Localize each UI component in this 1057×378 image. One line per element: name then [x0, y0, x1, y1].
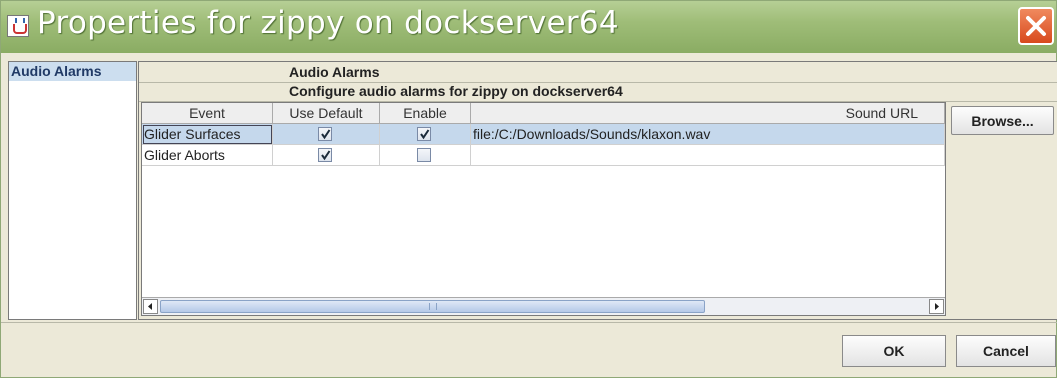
table-row[interactable]: Glider Aborts [142, 145, 945, 166]
window-title: Properties for zippy on dockserver64 [37, 5, 619, 41]
enable-cell [380, 145, 471, 166]
panel-title: Audio Alarms [289, 64, 380, 80]
use-default-cell [273, 124, 380, 145]
sound-url-cell[interactable]: file:/C:/Downloads/Sounds/klaxon.wav [471, 124, 945, 145]
sound-url-cell[interactable] [471, 145, 945, 166]
column-header-use-default[interactable]: Use Default [273, 103, 380, 124]
audio-alarms-panel: Audio Alarms Configure audio alarms for … [138, 61, 1057, 320]
category-list: Audio Alarms [8, 61, 137, 320]
checkmark-icon [321, 129, 331, 140]
panel-subtitle: Configure audio alarms for zippy on dock… [289, 83, 623, 99]
scrollbar-grip-icon [429, 303, 437, 310]
scroll-right-button[interactable] [929, 299, 944, 314]
properties-dialog: Properties for zippy on dockserver64 Aud… [0, 0, 1057, 378]
enable-checkbox[interactable] [417, 148, 431, 162]
cancel-button[interactable]: Cancel [956, 335, 1056, 367]
panel-title-row: Audio Alarms [139, 62, 1057, 83]
enable-checkbox[interactable] [417, 127, 431, 141]
panel-subtitle-row: Configure audio alarms for zippy on dock… [139, 82, 1057, 102]
scroll-left-icon [148, 303, 152, 310]
divider [1, 322, 1057, 323]
column-header-sound-url[interactable]: Sound URL [471, 103, 945, 124]
close-icon [1026, 16, 1046, 36]
scrollbar-thumb[interactable] [160, 300, 705, 313]
column-header-event[interactable]: Event [142, 103, 273, 124]
table-row[interactable]: Glider Surfaces file:/C:/Downloads/Sound… [142, 124, 945, 145]
scroll-left-button[interactable] [143, 299, 158, 314]
java-icon [7, 15, 29, 37]
ok-button[interactable]: OK [842, 335, 946, 367]
use-default-checkbox[interactable] [318, 148, 332, 162]
enable-cell [380, 124, 471, 145]
use-default-checkbox[interactable] [318, 127, 332, 141]
alarms-table: Event Use Default Enable Sound URL Glide… [141, 102, 946, 316]
checkmark-icon [321, 150, 331, 161]
column-header-enable[interactable]: Enable [380, 103, 471, 124]
title-bar[interactable]: Properties for zippy on dockserver64 [1, 1, 1056, 53]
event-cell[interactable]: Glider Surfaces [142, 124, 273, 145]
event-cell[interactable]: Glider Aborts [142, 145, 273, 166]
category-item-audio-alarms[interactable]: Audio Alarms [9, 62, 136, 81]
browse-button[interactable]: Browse... [951, 106, 1054, 135]
close-button[interactable] [1018, 7, 1054, 45]
checkmark-icon [420, 129, 430, 140]
horizontal-scrollbar[interactable] [142, 297, 945, 315]
use-default-cell [273, 145, 380, 166]
scroll-right-icon [935, 303, 939, 310]
